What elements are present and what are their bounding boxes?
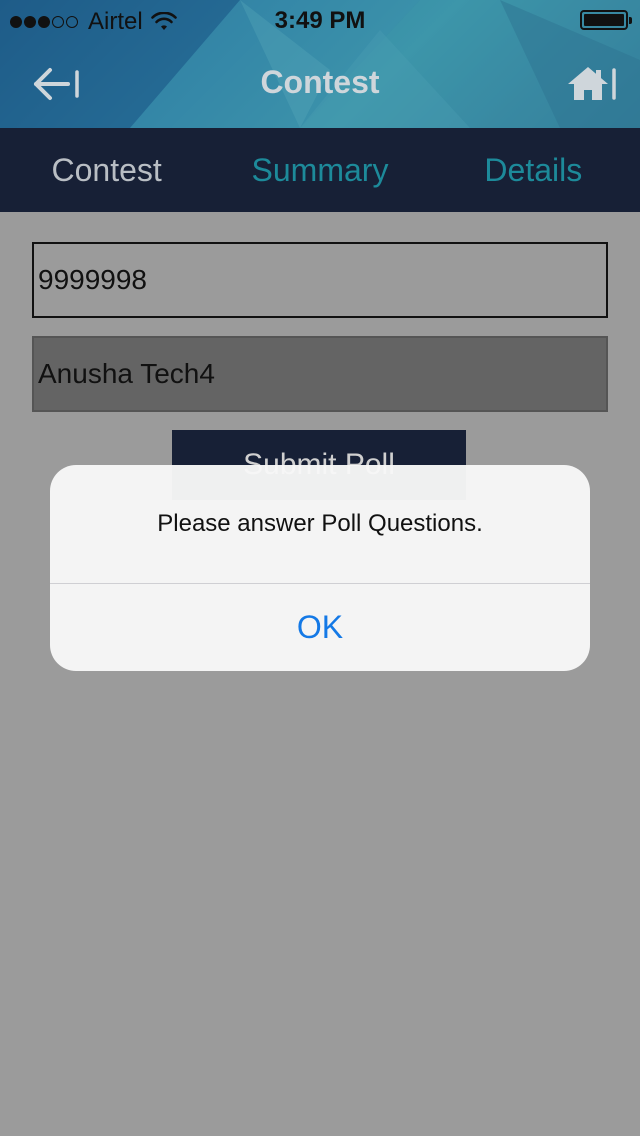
tab-summary[interactable]: Summary [213, 128, 426, 212]
tab-details[interactable]: Details [427, 128, 640, 212]
battery-icon [580, 10, 632, 30]
alert-dialog: Please answer Poll Questions. OK [50, 465, 590, 671]
tab-contest[interactable]: Contest [0, 128, 213, 212]
alert-ok-button[interactable]: OK [50, 584, 590, 671]
status-time: 3:49 PM [274, 7, 366, 34]
app-header: Airtel 3:49 PM Contest [0, 0, 640, 128]
alert-message: Please answer Poll Questions. [157, 510, 483, 537]
status-bar: Airtel 3:49 PM [0, 0, 640, 40]
tab-bar: Contest Summary Details [0, 128, 640, 212]
page-title: Contest [260, 64, 380, 100]
home-icon [568, 67, 616, 100]
home-button[interactable] [566, 64, 618, 104]
name-field: Anusha Tech4 [32, 336, 608, 412]
id-input[interactable]: 9999998 [32, 242, 608, 318]
